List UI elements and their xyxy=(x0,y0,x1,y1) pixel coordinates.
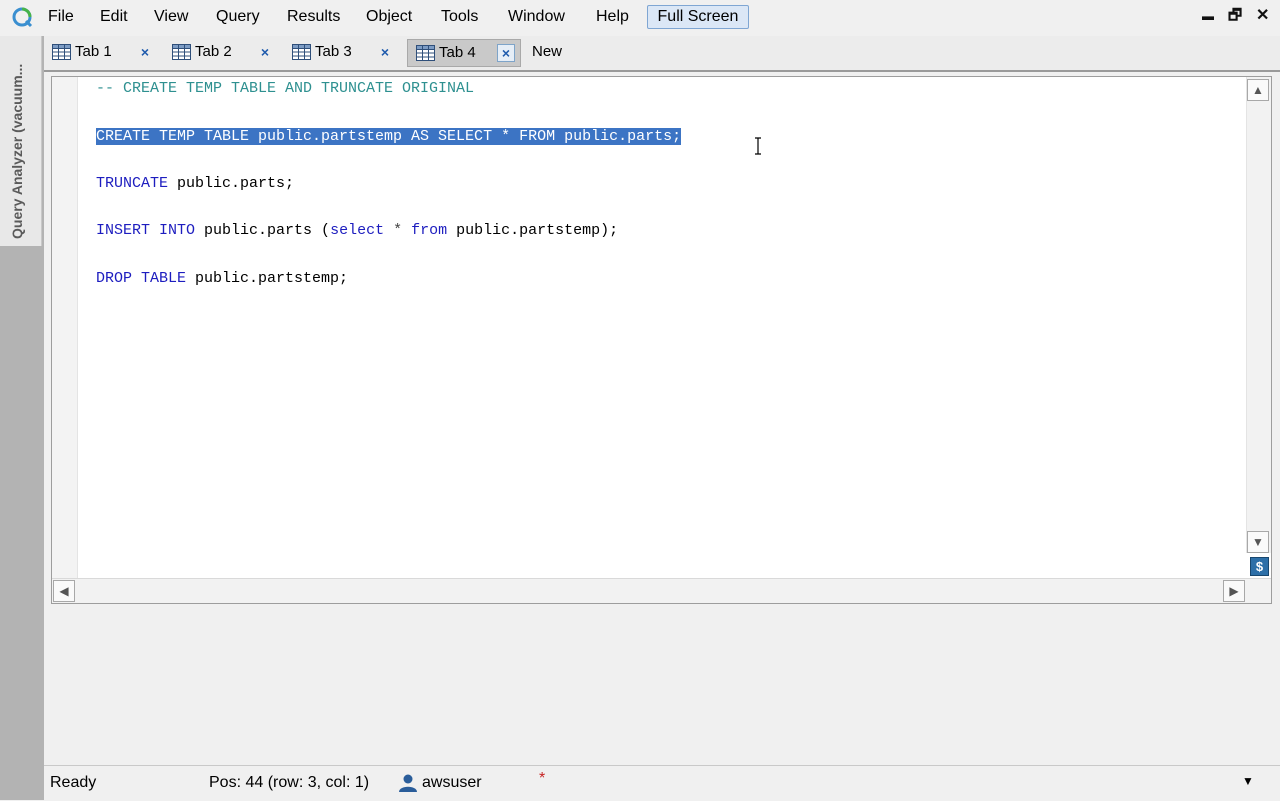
new-tab-button[interactable]: New xyxy=(532,43,562,60)
menu-bar: File Edit View Query Results Object Tool… xyxy=(0,0,1280,34)
sql-text: * xyxy=(384,222,412,239)
scroll-left-icon[interactable]: ◀ xyxy=(53,580,75,602)
scroll-up-icon[interactable]: ▲ xyxy=(1247,79,1269,101)
app-logo-icon xyxy=(12,7,33,28)
selected-text: CREATE TEMP TABLE public.partstemp AS SE… xyxy=(96,128,682,145)
tab-4-label: Tab 4 xyxy=(439,44,476,61)
dollar-button[interactable]: $ xyxy=(1250,557,1269,576)
code-area[interactable]: -- CREATE TEMP TABLE AND TRUNCATE ORIGIN… xyxy=(96,79,682,287)
editor-gutter xyxy=(52,77,78,579)
restore-icon[interactable]: 🗗 xyxy=(1228,6,1242,26)
modified-indicator: * xyxy=(539,770,546,787)
code-line-4[interactable]: INSERT INTO public.parts (select * from … xyxy=(96,221,618,241)
menu-tools[interactable]: Tools xyxy=(441,7,478,27)
scroll-right-icon[interactable]: ▶ xyxy=(1223,580,1245,602)
sql-keyword: DROP TABLE xyxy=(96,270,187,287)
menu-file[interactable]: File xyxy=(48,7,74,27)
tab-1-label: Tab 1 xyxy=(75,43,112,60)
tab-3-label: Tab 3 xyxy=(315,43,352,60)
menu-view[interactable]: View xyxy=(154,7,188,27)
vertical-scrollbar[interactable]: ▲ ▼ xyxy=(1246,77,1271,553)
panel-label: Query Analyzer (vacuum... xyxy=(9,63,25,239)
full-screen-button[interactable]: Full Screen xyxy=(647,5,749,29)
sql-comment: -- CREATE TEMP TABLE AND TRUNCATE ORIGIN… xyxy=(96,80,475,97)
sql-keyword: INSERT INTO xyxy=(96,222,196,239)
scroll-down-icon[interactable]: ▼ xyxy=(1247,531,1269,553)
horizontal-scrollbar[interactable]: ◀ ▶ xyxy=(52,578,1271,603)
code-line-2[interactable]: CREATE TEMP TABLE public.partstemp AS SE… xyxy=(96,127,682,147)
menu-query[interactable]: Query xyxy=(216,7,260,27)
status-bar: Ready Pos: 44 (row: 3, col: 1) awsuser *… xyxy=(44,765,1280,801)
text-cursor-icon xyxy=(755,137,761,155)
sql-keyword: select xyxy=(330,222,385,239)
table-icon xyxy=(416,45,435,61)
tab-2-label: Tab 2 xyxy=(195,43,232,60)
menu-window[interactable]: Window xyxy=(508,7,565,27)
sql-editor[interactable]: -- CREATE TEMP TABLE AND TRUNCATE ORIGIN… xyxy=(51,76,1272,604)
tab-3[interactable]: Tab 3 × xyxy=(284,39,402,67)
connected-user: awsuser xyxy=(422,774,482,791)
sql-text: public.parts ( xyxy=(195,222,331,239)
tab-strip: Tab 1 × Tab 2 × Tab 3 × Tab 4 × New xyxy=(44,36,1280,72)
code-line-1[interactable]: -- CREATE TEMP TABLE AND TRUNCATE ORIGIN… xyxy=(96,79,474,99)
table-icon xyxy=(172,44,191,60)
tab-3-close-icon[interactable]: × xyxy=(376,43,394,61)
query-analyzer-panel-tab[interactable]: Query Analyzer (vacuum... xyxy=(0,36,42,246)
sql-keyword: from xyxy=(411,222,448,239)
minimize-icon[interactable]: ▬ xyxy=(1202,6,1214,26)
menu-help[interactable]: Help xyxy=(596,7,629,27)
cursor-position: Pos: 44 (row: 3, col: 1) xyxy=(209,774,370,791)
left-panel: Query Analyzer (vacuum... xyxy=(0,36,44,800)
close-icon[interactable]: ✕ xyxy=(1256,6,1269,26)
code-line-3[interactable]: TRUNCATE public.parts; xyxy=(96,174,294,194)
status-dropdown-icon[interactable]: ▼ xyxy=(1242,774,1254,788)
menu-results[interactable]: Results xyxy=(287,7,340,27)
menu-object[interactable]: Object xyxy=(366,7,412,27)
code-line-5[interactable]: DROP TABLE public.partstemp; xyxy=(96,269,348,289)
sql-text: public.partstemp); xyxy=(447,222,619,239)
tab-1-close-icon[interactable]: × xyxy=(136,43,154,61)
tab-2-close-icon[interactable]: × xyxy=(256,43,274,61)
menu-edit[interactable]: Edit xyxy=(100,7,128,27)
sql-text: public.partstemp; xyxy=(186,270,349,287)
tab-1[interactable]: Tab 1 × xyxy=(44,39,162,67)
table-icon xyxy=(292,44,311,60)
sql-text: public.parts; xyxy=(168,175,295,192)
sql-keyword: TRUNCATE xyxy=(96,175,169,192)
table-icon xyxy=(52,44,71,60)
tab-2[interactable]: Tab 2 × xyxy=(164,39,282,67)
status-state: Ready xyxy=(50,774,97,791)
tab-4-close-icon[interactable]: × xyxy=(497,44,515,62)
user-icon xyxy=(399,774,417,792)
tab-4[interactable]: Tab 4 × xyxy=(407,39,521,67)
